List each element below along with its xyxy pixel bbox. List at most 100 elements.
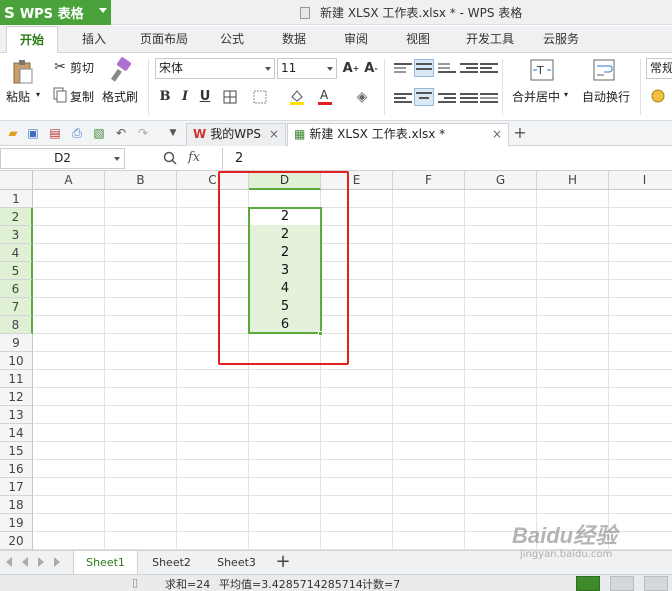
number-format-select[interactable]: 常规: [646, 58, 672, 79]
select-all-corner[interactable]: [0, 171, 33, 190]
row-header-2[interactable]: 2: [0, 208, 33, 226]
row-header-15[interactable]: 15: [0, 442, 33, 460]
app-menu-button[interactable]: S WPS 表格: [0, 0, 111, 25]
last-sheet-icon[interactable]: [54, 557, 60, 567]
justify-icon[interactable]: [460, 91, 478, 105]
indent-decrease-icon[interactable]: [460, 61, 478, 75]
underline-button[interactable]: U: [196, 88, 214, 106]
new-tab-plus-icon[interactable]: +: [512, 125, 528, 141]
row-header-14[interactable]: 14: [0, 424, 33, 442]
format-painter-button[interactable]: 格式刷: [102, 88, 138, 105]
column-header-i[interactable]: I: [609, 171, 672, 190]
row-header-10[interactable]: 10: [0, 352, 33, 370]
tab-formulas[interactable]: 公式: [210, 26, 254, 53]
page-break-view-icon[interactable]: [644, 576, 668, 591]
row-header-8[interactable]: 8: [0, 316, 33, 334]
tab-data[interactable]: 数据: [272, 26, 316, 53]
paste-icon[interactable]: [12, 59, 34, 85]
paste-button[interactable]: 粘贴: [6, 88, 30, 105]
doc-tab-my-wps[interactable]: W 我的WPS ×: [186, 123, 286, 146]
row-header-5[interactable]: 5: [0, 262, 33, 280]
normal-view-icon[interactable]: [576, 576, 600, 591]
font-color-icon[interactable]: A: [316, 87, 334, 105]
export-pdf-icon[interactable]: ▤: [48, 126, 62, 140]
borders-icon[interactable]: [222, 89, 238, 105]
eraser-icon[interactable]: ◈: [354, 89, 370, 105]
tab-home[interactable]: 开始: [6, 26, 58, 53]
column-header-h[interactable]: H: [537, 171, 609, 190]
increase-font-icon[interactable]: A+: [342, 60, 360, 78]
font-size-select[interactable]: 11: [277, 58, 337, 79]
insert-function-button[interactable]: fx: [188, 150, 200, 165]
tab-view[interactable]: 视图: [396, 26, 440, 53]
column-header-g[interactable]: G: [465, 171, 537, 190]
cut-button[interactable]: 剪切: [70, 59, 94, 76]
spreadsheet-grid[interactable]: 2223456 A B C D E F G H I 1 2 3 4 5 6 7 8 9 10 11 12 13 14 15 16…: [0, 171, 672, 550]
row-header-12[interactable]: 12: [0, 388, 33, 406]
row-header-1[interactable]: 1: [0, 190, 33, 208]
row-header-11[interactable]: 11: [0, 370, 33, 388]
merge-center-button[interactable]: 合并居中: [512, 88, 560, 105]
align-top-icon[interactable]: [394, 61, 412, 75]
sheet-tab-2[interactable]: Sheet2: [139, 551, 204, 574]
row-header-17[interactable]: 17: [0, 478, 33, 496]
chevron-down-icon[interactable]: ▾: [564, 90, 568, 99]
row-header-18[interactable]: 18: [0, 496, 33, 514]
align-bottom-icon[interactable]: [438, 61, 456, 75]
copy-button[interactable]: 复制: [70, 88, 94, 105]
align-left-icon[interactable]: [394, 91, 412, 105]
column-header-b[interactable]: B: [105, 171, 177, 190]
open-folder-icon[interactable]: ▰: [6, 126, 20, 140]
doc-tab-workbook[interactable]: ▦ 新建 XLSX 工作表.xlsx * ×: [287, 123, 509, 146]
undo-icon[interactable]: ↶: [114, 126, 128, 140]
indent-increase-icon[interactable]: [480, 61, 498, 75]
row-header-19[interactable]: 19: [0, 514, 33, 532]
wrap-text-button[interactable]: 自动换行: [582, 88, 630, 105]
row-header-13[interactable]: 13: [0, 406, 33, 424]
close-icon[interactable]: ×: [269, 124, 279, 145]
align-middle-icon[interactable]: [414, 59, 434, 77]
row-header-7[interactable]: 7: [0, 298, 33, 316]
decrease-font-icon[interactable]: A-: [362, 60, 380, 78]
align-center-icon[interactable]: [414, 88, 434, 106]
paste-dropdown-icon[interactable]: ▾: [36, 90, 40, 99]
column-header-f[interactable]: F: [393, 171, 465, 190]
tab-cloud[interactable]: 云服务: [534, 26, 588, 53]
sheet-tab-3[interactable]: Sheet3: [204, 551, 269, 574]
font-name-select[interactable]: 宋体: [155, 58, 275, 79]
add-sheet-icon[interactable]: +: [274, 553, 292, 571]
align-right-icon[interactable]: [438, 91, 456, 105]
row-header-9[interactable]: 9: [0, 334, 33, 352]
customize-dropdown-icon[interactable]: ▼: [166, 126, 180, 140]
distributed-icon[interactable]: [480, 91, 498, 105]
page-layout-view-icon[interactable]: [610, 576, 634, 591]
row-header-3[interactable]: 3: [0, 226, 33, 244]
save-icon[interactable]: ▣: [26, 126, 40, 140]
row-header-4[interactable]: 4: [0, 244, 33, 262]
chevron-down-icon[interactable]: [114, 157, 120, 161]
close-icon[interactable]: ×: [492, 124, 502, 145]
row-header-6[interactable]: 6: [0, 280, 33, 298]
cell-fill-grid-icon[interactable]: [252, 89, 268, 105]
fill-color-icon[interactable]: [288, 87, 306, 105]
print-preview-icon[interactable]: ▧: [92, 126, 106, 140]
print-icon[interactable]: ⎙: [70, 126, 84, 140]
tab-page-layout[interactable]: 页面布局: [132, 26, 196, 53]
row-header-16[interactable]: 16: [0, 460, 33, 478]
next-sheet-icon[interactable]: [38, 557, 44, 567]
tab-developer[interactable]: 开发工具: [458, 26, 522, 53]
currency-icon[interactable]: [650, 87, 668, 105]
prev-sheet-icon[interactable]: [22, 557, 28, 567]
italic-button[interactable]: I: [176, 88, 194, 106]
name-box[interactable]: D2: [0, 148, 125, 169]
zoom-icon[interactable]: [163, 151, 177, 165]
first-sheet-icon[interactable]: [6, 557, 12, 567]
column-header-a[interactable]: A: [33, 171, 105, 190]
tab-review[interactable]: 审阅: [334, 26, 378, 53]
sheet-tab-1[interactable]: Sheet1: [73, 551, 138, 574]
tab-insert[interactable]: 插入: [72, 26, 116, 53]
redo-icon[interactable]: ↷: [136, 126, 150, 140]
formula-input[interactable]: 2: [222, 148, 672, 169]
bold-button[interactable]: B: [156, 88, 174, 106]
row-header-20[interactable]: 20: [0, 532, 33, 550]
